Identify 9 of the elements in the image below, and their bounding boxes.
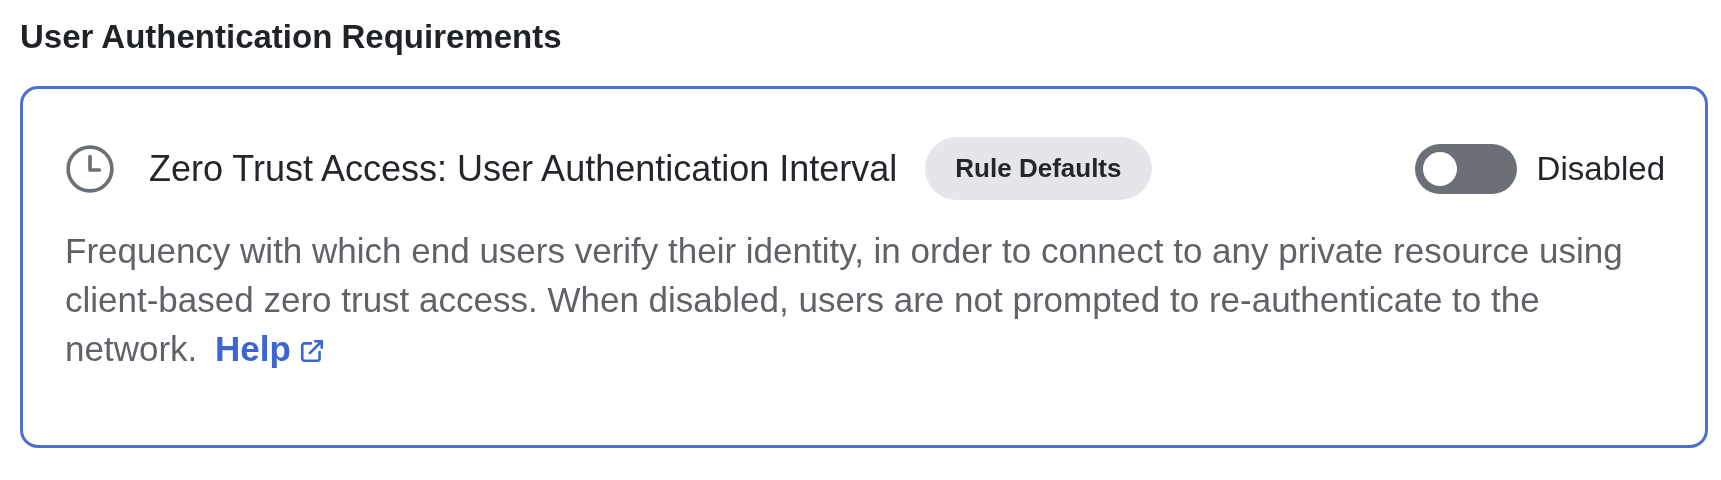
clock-icon [65,143,115,194]
rule-badge: Rule Defaults [925,137,1152,200]
help-link[interactable]: Help [215,329,325,368]
section-title: User Authentication Requirements [20,18,563,56]
toggle-label: Disabled [1536,149,1665,188]
external-link-icon [298,338,325,364]
toggle-switch[interactable] [1414,143,1517,194]
setting-title: Zero Trust Access: User Authentication Interval [149,147,898,190]
setting-description: Frequency with which end users verify their identity, in order to connect to any private resource using client-based zero trust access. When disabled, users are not prompted to re-authenticate to the network. Help [65,230,1624,370]
